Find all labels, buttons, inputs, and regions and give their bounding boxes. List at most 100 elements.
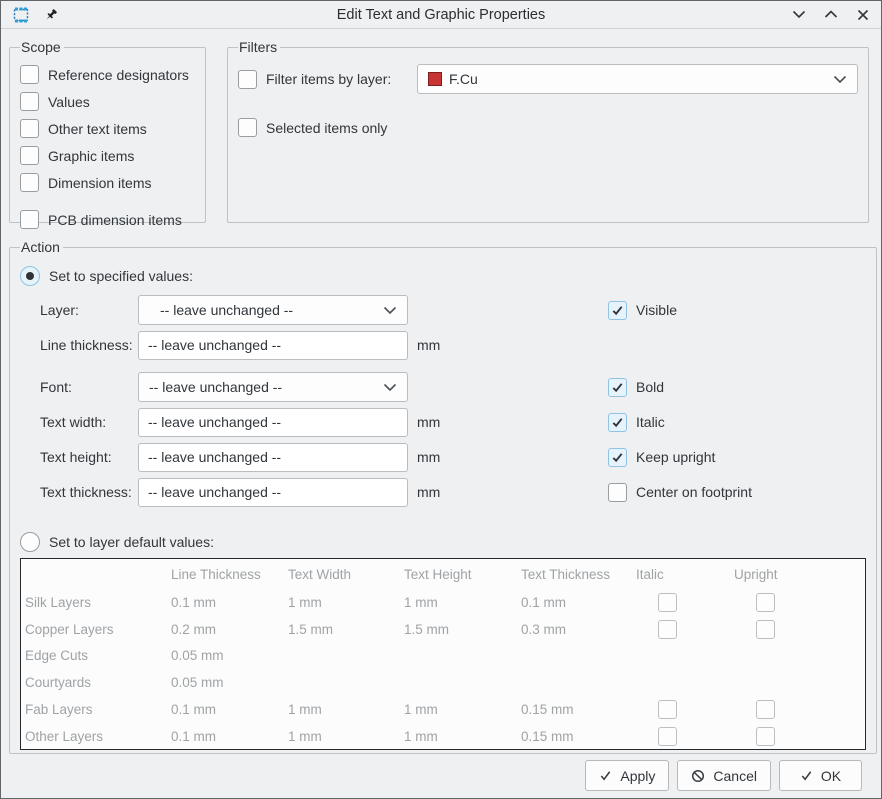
text-height-label: Text height:: [40, 449, 138, 465]
italic-label: Italic: [636, 414, 665, 430]
set-layer-defaults-label: Set to layer default values:: [49, 534, 214, 550]
text-height-input[interactable]: [138, 443, 408, 472]
ok-button[interactable]: OK: [779, 760, 862, 791]
font-value: -- leave unchanged --: [149, 379, 282, 395]
cell-text-thickness: 0.15 mm: [503, 729, 618, 744]
text-height-row: Text height: mm Keep upright: [40, 442, 866, 472]
cancel-button[interactable]: Cancel: [677, 760, 771, 791]
line-thickness-input[interactable]: [138, 331, 408, 360]
checkbox-italic[interactable]: [608, 413, 627, 432]
checkbox-visible[interactable]: [608, 301, 627, 320]
filters-group: Filters Filter items by layer: F.Cu Sele…: [227, 39, 869, 223]
text-thickness-input[interactable]: [138, 478, 408, 507]
scope-item-label: Reference designators: [48, 67, 189, 83]
text-width-input[interactable]: [138, 408, 408, 437]
radio-set-specified-values[interactable]: [20, 266, 40, 286]
chevron-down-icon: [383, 383, 397, 392]
visible-label: Visible: [636, 302, 677, 318]
checkbox-fab-italic[interactable]: [658, 700, 677, 719]
checkbox-dimension-items[interactable]: [20, 173, 39, 192]
line-thickness-row: Line thickness: mm: [40, 330, 866, 360]
cell-text-width: 1 mm: [270, 702, 386, 717]
checkbox-reference-designators[interactable]: [20, 65, 39, 84]
scope-values[interactable]: Values: [20, 88, 195, 115]
text-width-unit: mm: [417, 414, 440, 430]
row-label: Courtyards: [21, 675, 153, 690]
cell-text-height: 1 mm: [386, 729, 503, 744]
apply-button[interactable]: Apply: [585, 760, 669, 791]
layer-filter-dropdown[interactable]: F.Cu: [417, 64, 858, 94]
keep-upright-check-row[interactable]: Keep upright: [608, 448, 715, 467]
scope-pcb-dimension-items[interactable]: PCB dimension items: [20, 206, 195, 233]
dialog-buttons: Apply Cancel OK: [585, 760, 862, 791]
cancel-icon: [691, 769, 705, 783]
radio-set-layer-defaults[interactable]: [20, 532, 40, 552]
cell-text-width: 1 mm: [270, 595, 386, 610]
cell-text-thickness: 0.1 mm: [503, 595, 618, 610]
scope-group: Scope Reference designators Values Other…: [9, 39, 206, 223]
checkbox-selected-items-only[interactable]: [238, 118, 257, 137]
action-legend: Action: [20, 239, 63, 255]
font-label: Font:: [40, 379, 138, 395]
checkbox-fab-upright[interactable]: [756, 700, 775, 719]
text-height-unit: mm: [417, 449, 440, 465]
scope-reference-designators[interactable]: Reference designators: [20, 61, 195, 88]
col-header-upright: Upright: [716, 567, 814, 582]
checkbox-copper-upright[interactable]: [756, 620, 775, 639]
scope-item-label: PCB dimension items: [48, 212, 182, 228]
checkbox-copper-italic[interactable]: [658, 620, 677, 639]
center-on-footprint-check-row[interactable]: Center on footprint: [608, 483, 752, 502]
shade-down-icon[interactable]: [791, 7, 807, 23]
bold-check-row[interactable]: Bold: [608, 378, 664, 397]
pin-icon[interactable]: [43, 7, 59, 23]
selected-items-only-label: Selected items only: [266, 120, 387, 136]
layer-label: Layer:: [40, 302, 138, 318]
row-label: Edge Cuts: [21, 648, 153, 663]
cell-text-thickness: 0.3 mm: [503, 622, 618, 637]
checkbox-other-italic[interactable]: [658, 727, 677, 746]
checkbox-keep-upright[interactable]: [608, 448, 627, 467]
scope-item-label: Values: [48, 94, 90, 110]
line-thickness-label: Line thickness:: [40, 337, 138, 353]
shade-up-icon[interactable]: [823, 7, 839, 23]
checkbox-values[interactable]: [20, 92, 39, 111]
checkbox-graphic-items[interactable]: [20, 146, 39, 165]
checkbox-silk-upright[interactable]: [756, 593, 775, 612]
edit-text-graphic-properties-dialog: Edit Text and Graphic Properties Scope R…: [0, 0, 882, 799]
text-thickness-row: Text thickness: mm Center on footprint: [40, 477, 866, 507]
cell-line-thickness: 0.1 mm: [153, 702, 270, 717]
scope-dimension-items[interactable]: Dimension items: [20, 169, 195, 196]
checkbox-other-upright[interactable]: [756, 727, 775, 746]
chevron-down-icon: [833, 75, 847, 84]
checkbox-center-on-footprint[interactable]: [608, 483, 627, 502]
col-header-italic: Italic: [618, 567, 716, 582]
line-thickness-unit: mm: [417, 337, 440, 353]
row-label: Other Layers: [21, 729, 153, 744]
scope-other-text-items[interactable]: Other text items: [20, 115, 195, 142]
checkbox-pcb-dimension-items[interactable]: [20, 210, 39, 229]
visible-check-row[interactable]: Visible: [608, 301, 677, 320]
checkbox-silk-italic[interactable]: [658, 593, 677, 612]
text-thickness-unit: mm: [417, 484, 440, 500]
scope-graphic-items[interactable]: Graphic items: [20, 142, 195, 169]
layer-defaults-table: Line Thickness Text Width Text Height Te…: [20, 558, 866, 750]
layer-row: Layer: -- leave unchanged -- Visible: [40, 295, 866, 325]
layer-dropdown[interactable]: -- leave unchanged --: [138, 295, 408, 325]
col-header-text-height: Text Height: [386, 567, 503, 582]
checkbox-bold[interactable]: [608, 378, 627, 397]
font-dropdown[interactable]: -- leave unchanged --: [138, 372, 408, 402]
text-thickness-label: Text thickness:: [40, 484, 138, 500]
italic-check-row[interactable]: Italic: [608, 413, 665, 432]
col-header-text-width: Text Width: [270, 567, 386, 582]
checkbox-other-text-items[interactable]: [20, 119, 39, 138]
set-specified-values-row[interactable]: Set to specified values:: [20, 266, 866, 286]
bold-label: Bold: [636, 379, 664, 395]
dialog-title: Edit Text and Graphic Properties: [1, 7, 881, 23]
selected-items-only-row[interactable]: Selected items only: [238, 118, 858, 137]
close-icon[interactable]: [855, 7, 871, 23]
checkbox-filter-by-layer[interactable]: [238, 70, 257, 89]
titlebar[interactable]: Edit Text and Graphic Properties: [1, 1, 881, 29]
cell-line-thickness: 0.2 mm: [153, 622, 270, 637]
col-header-line-thickness: Line Thickness: [153, 567, 270, 582]
set-layer-defaults-row[interactable]: Set to layer default values:: [20, 532, 866, 552]
